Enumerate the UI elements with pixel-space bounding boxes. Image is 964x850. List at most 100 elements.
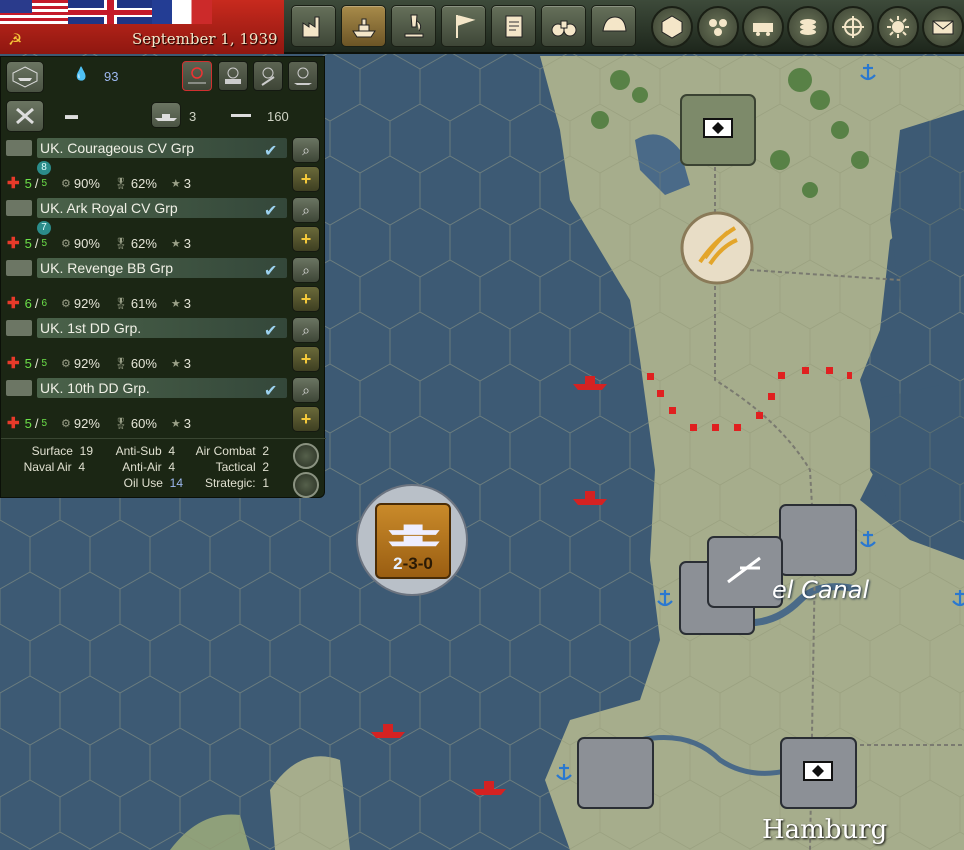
- selected-check-icon[interactable]: ✔: [264, 261, 277, 281]
- unit-hp: 5: [24, 355, 32, 371]
- fleet-unit-row[interactable]: UK. Courageous CV Grp ✔ ⌕ + 8 ✚ 5/5 ⚙ 90%…: [1, 135, 326, 195]
- air-combat-label: Air Combat: [195, 444, 256, 458]
- plus-icon: +: [300, 228, 312, 249]
- naval-air-value: 4: [78, 460, 85, 474]
- medal-icon: 🎖: [113, 177, 128, 190]
- unit-experience: 3: [183, 355, 192, 371]
- ship-class-icon: [6, 320, 32, 336]
- decisions-button[interactable]: [491, 5, 536, 47]
- filter-tank-button[interactable]: [218, 61, 248, 91]
- inspect-button[interactable]: ⌕: [292, 137, 320, 163]
- production-button[interactable]: [291, 5, 336, 47]
- inspect-button[interactable]: ⌕: [292, 197, 320, 223]
- filter-naval-button[interactable]: [288, 61, 318, 91]
- unit-hp-max: 5: [41, 357, 47, 369]
- unit-name[interactable]: UK. Revenge BB Grp: [37, 258, 287, 278]
- health-cross-icon: ✚: [7, 295, 20, 312]
- medal-icon: 🎖: [113, 237, 128, 250]
- unit-readiness: 90%: [73, 235, 100, 251]
- unit-name[interactable]: UK. Ark Royal CV Grp: [37, 198, 287, 218]
- unit-experience: 3: [183, 415, 192, 431]
- inspect-button[interactable]: ⌕: [292, 257, 320, 283]
- ship-icon: [351, 18, 376, 38]
- counter-strength: 2-3-0: [393, 554, 433, 573]
- reinforce-button[interactable]: +: [292, 286, 320, 312]
- magnifier-icon: ⌕: [302, 321, 310, 338]
- unit-name[interactable]: UK. Courageous CV Grp: [37, 138, 287, 158]
- selected-check-icon[interactable]: ✔: [264, 201, 277, 221]
- soviet-emblem-icon: ☭: [8, 32, 23, 49]
- hex-ship-icon: [12, 66, 38, 88]
- selected-check-icon[interactable]: ✔: [264, 141, 277, 161]
- fleet-view-button[interactable]: [6, 61, 44, 93]
- reinforce-button[interactable]: +: [292, 166, 320, 192]
- oil-value: 93: [104, 69, 119, 84]
- magnifier-icon: ⌕: [302, 201, 310, 218]
- fleet-unit-row[interactable]: UK. 1st DD Grp. ✔ ⌕ + ✚ 5/5 ⚙ 92% 🎖 60% ★ 3: [1, 315, 326, 375]
- hex-grid-button[interactable]: [697, 6, 739, 48]
- reinforce-button[interactable]: +: [292, 406, 320, 432]
- resources-button[interactable]: [787, 6, 829, 48]
- flag-icon: [455, 15, 475, 38]
- selected-fleet-counter[interactable]: 2-3-0: [375, 503, 451, 579]
- city-label-hamburg: Hamburg: [762, 815, 888, 845]
- air-combat-value: 2: [262, 444, 269, 458]
- naval-air-label: Naval Air: [23, 460, 72, 474]
- anti-sub-value: 4: [168, 444, 175, 458]
- naval-button[interactable]: [341, 5, 386, 47]
- magnifier-icon: ⌕: [302, 381, 310, 398]
- hex-view-button[interactable]: [651, 6, 693, 48]
- game-date: September 1, 1939: [132, 30, 278, 48]
- hexagon-icon: [661, 15, 683, 39]
- target-button[interactable]: [832, 6, 874, 48]
- diplomacy-button[interactable]: [441, 5, 486, 47]
- fleet-unit-row[interactable]: UK. 10th DD Grp. ✔ ⌕ + ✚ 5/5 ⚙ 92% 🎖 60% ★…: [1, 375, 326, 435]
- research-button[interactable]: [391, 5, 436, 47]
- unit-name[interactable]: UK. 10th DD Grp.: [37, 378, 287, 398]
- selected-check-icon[interactable]: ✔: [264, 321, 277, 341]
- unit-hp: 5: [24, 415, 32, 431]
- inspect-button[interactable]: ⌕: [292, 317, 320, 343]
- health-cross-icon: ✚: [7, 235, 20, 252]
- sun-icon: [887, 16, 909, 38]
- intelligence-button[interactable]: [541, 5, 586, 47]
- messages-button[interactable]: [922, 6, 964, 48]
- medal-icon: 🎖: [113, 357, 128, 370]
- france-flag-icon: [152, 0, 212, 24]
- unit-experience: 3: [183, 295, 192, 311]
- unit-name[interactable]: UK. 1st DD Grp.: [37, 318, 287, 338]
- tools-icon: [16, 107, 34, 125]
- filter-all-button[interactable]: [182, 61, 212, 91]
- supply-button[interactable]: [742, 6, 784, 48]
- disband-button[interactable]: [293, 472, 319, 498]
- plus-icon: +: [300, 408, 312, 429]
- medal-icon: 🎖: [113, 297, 128, 310]
- experience-icon: ★: [170, 297, 181, 310]
- filter-air-button[interactable]: [253, 61, 283, 91]
- ship-class-icon: [6, 200, 32, 216]
- inspect-button[interactable]: ⌕: [292, 377, 320, 403]
- unit-readiness: 92%: [73, 415, 100, 431]
- oil-drop-icon: 💧: [73, 66, 90, 81]
- fleet-unit-row[interactable]: UK. Revenge BB Grp ✔ ⌕ + ✚ 6/6 ⚙ 92% 🎖 61%…: [1, 255, 326, 315]
- repair-button[interactable]: [6, 100, 44, 132]
- ship-silhouette-icon: [388, 524, 440, 547]
- ship-count: 3: [189, 109, 197, 124]
- microscope-icon: [404, 14, 423, 38]
- fleet-unit-row[interactable]: UK. Ark Royal CV Grp ✔ ⌕ + 7 ✚ 5/5 ⚙ 90% …: [1, 195, 326, 255]
- weather-button[interactable]: [877, 6, 919, 48]
- selected-check-icon[interactable]: ✔: [264, 381, 277, 401]
- anti-sub-label: Anti-Sub: [115, 444, 162, 458]
- formation-button[interactable]: [293, 443, 319, 469]
- target-circle-icon: [188, 67, 206, 84]
- unit-readiness: 92%: [73, 295, 100, 311]
- army-button[interactable]: [591, 5, 636, 47]
- top-bar: ☭ September 1, 1939: [0, 0, 964, 54]
- oil-use-label: Oil Use: [123, 476, 163, 490]
- medal-icon: 🎖: [113, 417, 128, 430]
- reinforce-button[interactable]: +: [292, 346, 320, 372]
- unit-stats: ✚ 5/5 ⚙ 92% 🎖 60% ★ 3: [7, 355, 192, 372]
- ship-type-icon[interactable]: [151, 102, 181, 128]
- reinforce-button[interactable]: +: [292, 226, 320, 252]
- surface-label: Surface: [31, 444, 73, 458]
